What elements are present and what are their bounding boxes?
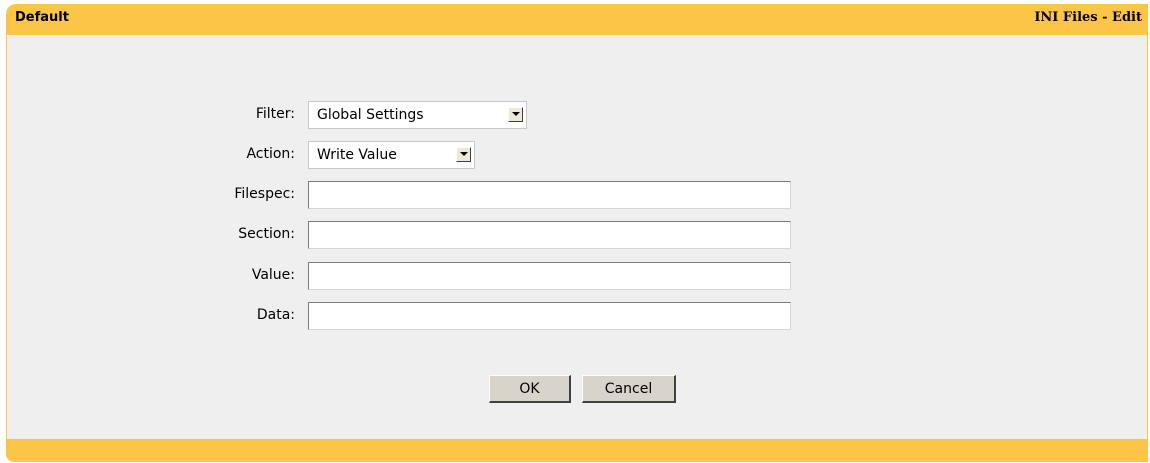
filespec-row: Filespec: [7, 181, 1147, 209]
value-row: Value: [7, 262, 1147, 290]
section-input[interactable] [308, 221, 791, 249]
filespec-label: Filespec: [234, 186, 295, 202]
form-panel: Filter: Global Settings Action: Write Va… [6, 35, 1148, 439]
value-label: Value: [251, 267, 295, 283]
data-input[interactable] [308, 302, 791, 330]
filter-select[interactable]: Global Settings [308, 101, 527, 129]
cancel-button[interactable]: Cancel [582, 375, 676, 403]
chevron-down-icon[interactable] [508, 107, 523, 122]
profile-title: Default [15, 10, 69, 25]
button-row: OK Cancel [7, 375, 1147, 403]
filter-select-value: Global Settings [317, 107, 424, 123]
section-label: Section: [238, 226, 295, 242]
action-row: Action: Write Value [7, 141, 1147, 169]
filter-label: Filter: [255, 106, 295, 122]
footer-bar [6, 439, 1148, 462]
data-label: Data: [256, 307, 295, 323]
action-select-value: Write Value [317, 147, 397, 163]
data-row: Data: [7, 302, 1147, 330]
action-label: Action: [246, 146, 295, 162]
ini-edit-window: Default INI Files - Edit Filter: Global … [6, 4, 1148, 462]
section-row: Section: [7, 221, 1147, 249]
page-title: INI Files - Edit [1034, 10, 1142, 25]
value-input[interactable] [308, 262, 791, 290]
filespec-input[interactable] [308, 181, 791, 209]
filter-row: Filter: Global Settings [7, 101, 1147, 129]
ok-button[interactable]: OK [489, 375, 571, 403]
chevron-down-icon[interactable] [456, 147, 471, 162]
action-select[interactable]: Write Value [308, 141, 475, 169]
title-bar: Default INI Files - Edit [6, 4, 1148, 35]
